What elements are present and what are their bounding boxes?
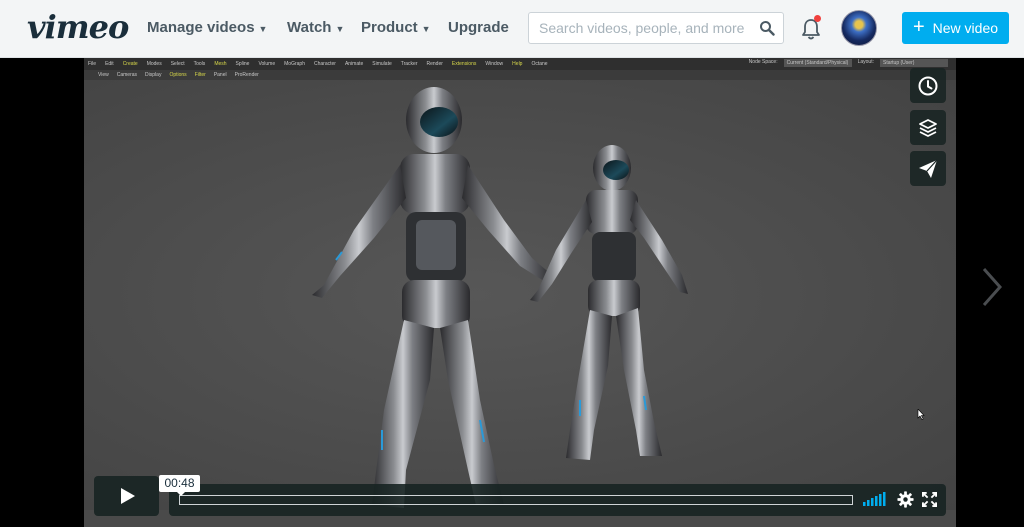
play-icon [120,488,135,504]
video-menu-item: MoGraph [284,61,305,67]
chevron-down-icon: ▼ [421,23,431,34]
search-icon[interactable] [759,20,775,36]
search-input[interactable] [539,20,751,36]
video-menu-item: Simulate [372,61,392,67]
notification-dot [814,15,821,22]
settings-gear-icon[interactable] [897,491,914,508]
video-menu-item: Tracker [400,61,418,67]
video-toolbar-item: Filter [194,72,206,78]
search-box [528,12,784,44]
layout-label: Layout: [857,59,874,65]
share-button[interactable] [910,151,946,186]
nav-watch-label: Watch [287,19,332,36]
volume-icon[interactable] [863,492,887,506]
video-menu-item: Character [313,61,336,67]
player-control-bar [169,484,946,516]
vimeo-logo[interactable]: vimeo [27,8,129,46]
video-app-layout-selectors: Node Space: Current (Standard/Physical) … [749,59,948,67]
video-menu-item: Modes [146,61,162,67]
armored-characters-illustration [312,87,688,508]
video-toolbar-item: Display [145,72,162,78]
video-app-toolbar: View Cameras Display Options Filter Pane… [84,70,956,80]
video-menu-item: Spline [235,61,250,67]
video-menu-item: File [88,61,97,67]
nav-upgrade[interactable]: Upgrade [448,19,509,36]
video-menu-item: Octane [531,61,548,67]
play-button[interactable] [94,476,159,516]
nav-watch[interactable]: Watch ▼ [287,19,344,36]
fullscreen-icon[interactable] [922,492,937,507]
video-menu-item: Volume [258,61,276,67]
watch-later-button[interactable] [910,68,946,103]
new-video-label: New video [932,20,999,36]
paper-plane-icon [919,159,938,178]
top-navigation-bar: vimeo Manage videos ▼ Watch ▼ Product ▼ … [0,0,1024,58]
video-player[interactable]: File Edit Create Modes Select Tools Mesh… [84,58,956,527]
nav-manage-videos-label: Manage videos [147,19,255,36]
nav-product[interactable]: Product ▼ [361,19,431,36]
collections-button[interactable] [910,110,946,145]
user-avatar[interactable] [841,10,877,46]
nav-manage-videos[interactable]: Manage videos ▼ [147,19,267,36]
video-menu-item: Extensions [451,61,477,67]
video-toolbar-item: Cameras [116,72,138,78]
mouse-cursor-icon [917,409,925,420]
new-video-button[interactable]: + New video [902,12,1009,44]
video-menu-item: Animate [344,61,364,67]
video-toolbar-item: ProRender [234,72,259,78]
video-menu-item: Mesh [214,61,227,67]
video-frame [84,80,956,510]
node-space-value: Current (Standard/Physical) [783,59,852,67]
nav-upgrade-label: Upgrade [448,19,509,36]
current-time-tooltip: 00:48 [159,475,200,496]
next-video-arrow-icon[interactable] [980,266,1004,308]
chevron-down-icon: ▼ [335,23,345,34]
video-menu-item: Render [426,61,443,67]
video-app-menubar: File Edit Create Modes Select Tools Mesh… [84,58,956,70]
layers-icon [919,118,937,137]
video-toolbar-item: Panel [213,72,227,78]
video-menu-item: Help [512,61,523,67]
node-space-label: Node Space: [748,59,778,65]
video-toolbar-item: Options [169,72,187,78]
video-menu-item: Create [122,61,138,67]
video-menu-item: Window [485,61,504,67]
notifications-button[interactable] [800,15,822,41]
video-toolbar-item: View [98,72,109,78]
video-menu-item: Edit [105,61,114,67]
nav-product-label: Product [361,19,418,36]
layout-value: Startup (User) [880,59,948,67]
clock-icon [918,76,938,95]
progress-bar[interactable] [179,495,853,505]
chevron-down-icon: ▼ [258,23,268,34]
video-menu-item: Tools [193,61,206,67]
plus-icon: + [912,16,925,38]
video-menu-item: Select [170,61,185,67]
